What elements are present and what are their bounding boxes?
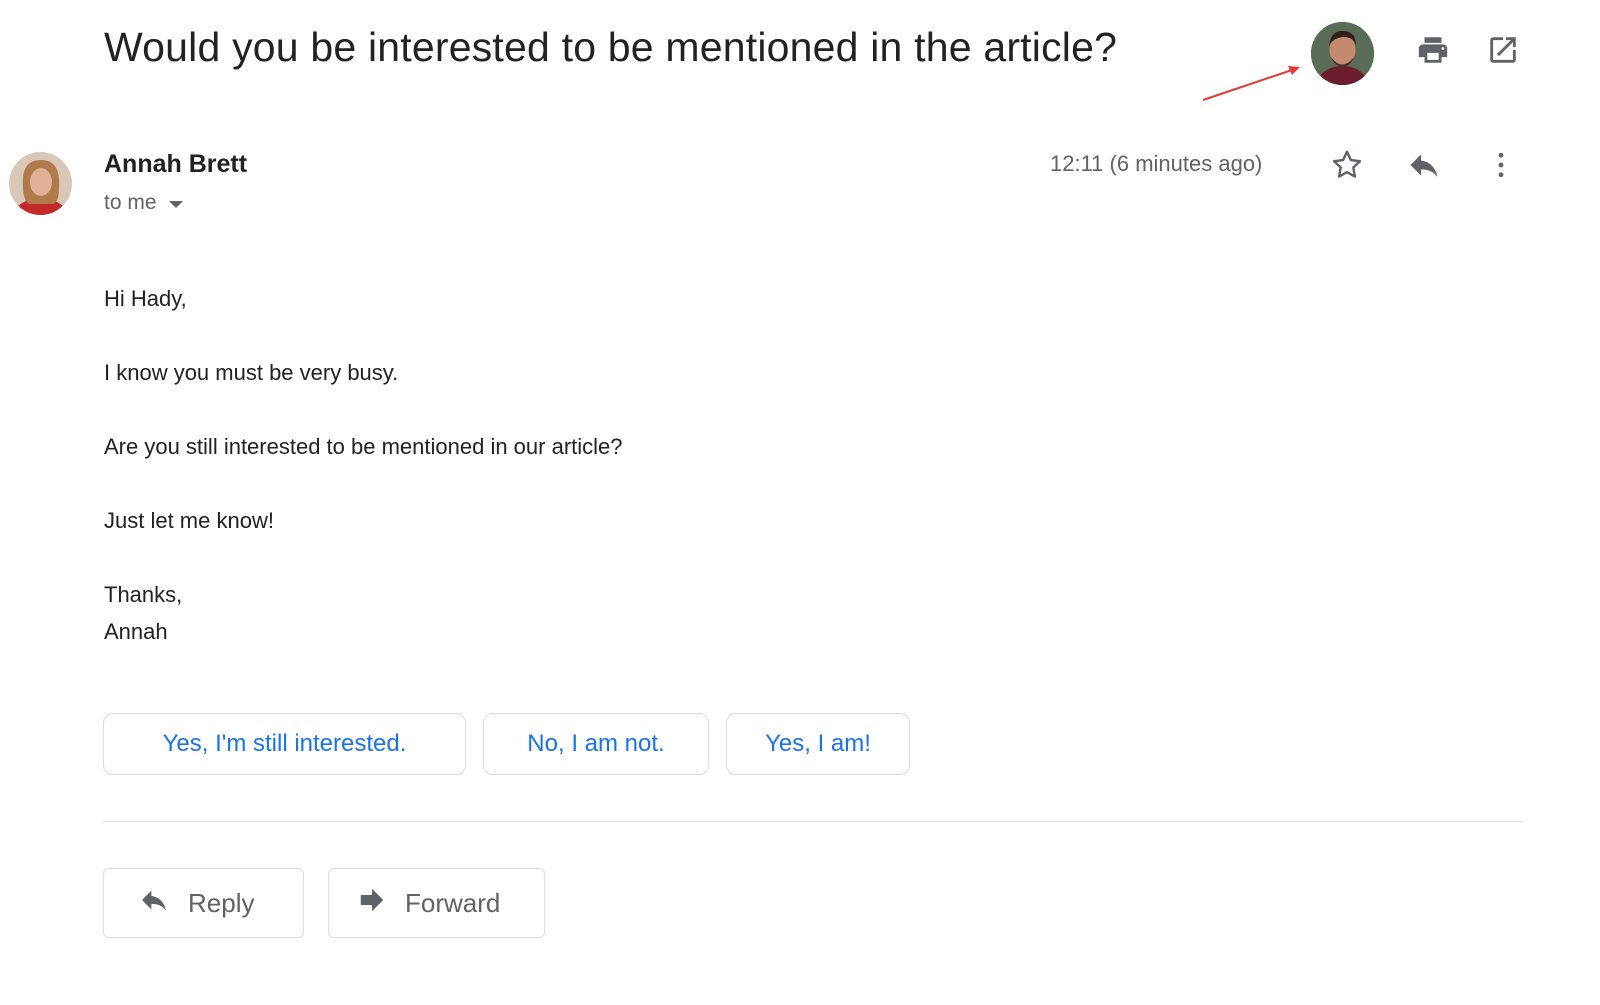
body-line: I know you must be very busy. [104,360,399,385]
open-in-new-window-icon[interactable] [1483,30,1523,70]
smart-reply-chip[interactable]: No, I am not. [483,713,709,775]
reply-label: Reply [188,887,255,918]
reply-icon[interactable] [1404,145,1444,185]
recipient-label: to me [104,191,157,214]
email-body: Hi Hady, I know you must be very busy. A… [104,280,623,650]
email-subject: Would you be interested to be mentioned … [104,24,1118,70]
star-icon[interactable] [1327,145,1367,185]
more-vertical-icon[interactable] [1481,145,1521,185]
body-greeting: Hi Hady, [104,286,187,311]
sender-avatar [9,152,72,215]
reply-button[interactable]: Reply [103,868,304,938]
sender-name: Annah Brett [104,150,248,178]
body-signoff: Thanks, [104,582,183,607]
user-avatar[interactable] [1311,22,1374,85]
forward-button[interactable]: Forward [328,868,545,938]
smart-reply-chip[interactable]: Yes, I am! [726,713,910,775]
email-view: Would you be interested to be mentioned … [0,0,1600,1005]
recipient-details[interactable]: to me [104,191,183,215]
print-icon[interactable] [1413,30,1453,70]
chevron-down-icon[interactable] [168,201,183,208]
message-actions: Reply Forward [103,868,545,938]
forward-label: Forward [405,887,501,918]
smart-reply-chip[interactable]: Yes, I'm still interested. [103,713,466,775]
divider [103,821,1523,822]
email-timestamp: 12:11 (6 minutes ago) [1050,151,1263,176]
body-line: Are you still interested to be mentioned… [104,434,623,459]
body-signature: Annah [104,619,168,644]
body-line: Just let me know! [104,508,274,533]
forward-icon [357,885,387,922]
annotation-arrow [1202,66,1300,101]
smart-replies: Yes, I'm still interested. No, I am not.… [103,713,910,775]
reply-icon [138,884,170,923]
